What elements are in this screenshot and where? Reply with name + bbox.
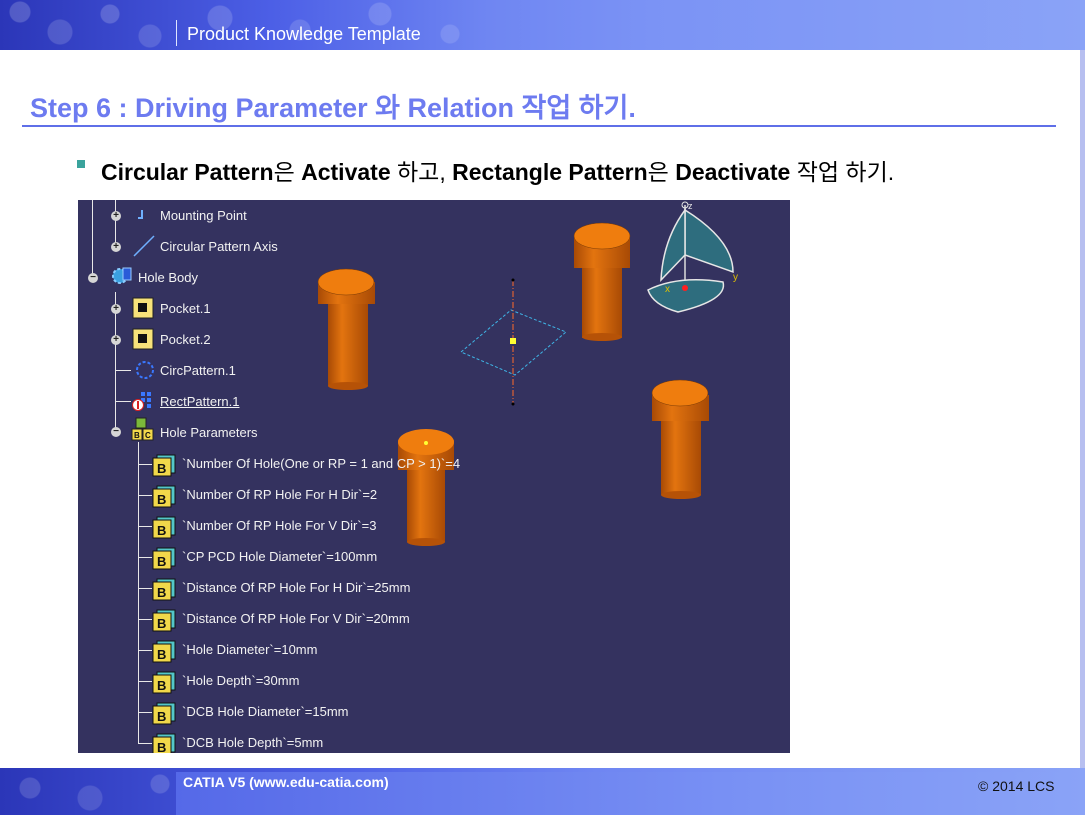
catia-screenshot: z y x + + − + + − BC Mounting Point Circ… <box>78 200 790 753</box>
axis-line-icon <box>133 235 155 257</box>
pocket-icon <box>132 328 154 350</box>
tree-line <box>138 526 152 527</box>
parameter-item[interactable]: `DCB Hole Depth`=5mm <box>182 735 323 750</box>
svg-text:B: B <box>157 678 166 693</box>
tree-line <box>138 712 152 713</box>
tree-item-rectpattern-1[interactable]: RectPattern.1 <box>160 394 240 409</box>
compass-x-label: x <box>665 284 670 295</box>
counterbore-hole-solid <box>651 379 709 499</box>
parameter-icon: B <box>152 733 176 753</box>
header-separator <box>176 20 177 46</box>
parameter-item[interactable]: `Number Of Hole(One or RP = 1 and CP > 1… <box>182 456 460 471</box>
slide-right-edge <box>1080 50 1085 768</box>
parameter-icon: B <box>152 516 176 539</box>
parameter-item[interactable]: `Hole Depth`=30mm <box>182 673 299 688</box>
parameter-icon: B <box>152 702 176 725</box>
tree-line <box>115 370 131 371</box>
tree-line <box>115 401 131 402</box>
tree-line <box>138 495 152 496</box>
footer-source: CATIA V5 (www.edu-catia.com) <box>183 774 389 790</box>
rect-pattern-deactivated-icon <box>132 392 151 411</box>
tree-item-circpattern-1[interactable]: CircPattern.1 <box>160 363 236 378</box>
svg-text:B: B <box>157 709 166 724</box>
compass-widget: z y x <box>647 201 738 313</box>
parameter-icon: B <box>152 547 176 570</box>
parameter-icon: B <box>152 640 176 663</box>
svg-text:B: B <box>157 585 166 600</box>
parameter-icon: B <box>152 485 176 508</box>
svg-text:B: B <box>157 616 166 631</box>
tree-line <box>138 743 152 744</box>
svg-text:B: B <box>157 647 166 662</box>
footer-copyright: © 2014 LCS <box>978 778 1055 794</box>
svg-text:B: B <box>157 461 166 476</box>
mounting-point-plane <box>460 278 567 406</box>
collapse-icon[interactable]: − <box>88 273 98 283</box>
svg-text:B: B <box>157 523 166 538</box>
parameter-icon: B <box>152 671 176 694</box>
slide-title: Step 6 : Driving Parameter 와 Relation 작업… <box>30 93 636 123</box>
pocket-icon <box>132 297 154 319</box>
tree-item-pocket-1[interactable]: Pocket.1 <box>160 301 211 316</box>
tree-line <box>138 619 152 620</box>
tree-item-pocket-2[interactable]: Pocket.2 <box>160 332 211 347</box>
parameter-item[interactable]: `Distance Of RP Hole For H Dir`=25mm <box>182 580 410 595</box>
tree-line <box>138 681 152 682</box>
tree-line <box>138 464 152 465</box>
bullet-part: 은 <box>273 159 302 185</box>
bullet-text: Circular Pattern은 Activate 하고, Rectangle… <box>101 153 894 187</box>
tree-item-hole-parameters[interactable]: Hole Parameters <box>160 425 258 440</box>
tree-item-mounting-point[interactable]: Mounting Point <box>160 208 247 223</box>
parameter-item[interactable]: `Hole Diameter`=10mm <box>182 642 317 657</box>
svg-text:C: C <box>145 431 151 440</box>
tree-line <box>138 557 152 558</box>
bullet-part: Deactivate <box>675 159 791 185</box>
counterbore-hole-solid <box>317 268 375 390</box>
parameter-item[interactable]: `DCB Hole Diameter`=15mm <box>182 704 349 719</box>
title-rule <box>22 125 1056 127</box>
svg-text:B: B <box>157 554 166 569</box>
tree-line <box>92 200 93 278</box>
counterbore-hole-solid <box>398 429 454 546</box>
parameter-icon: B <box>152 454 176 477</box>
compass-z-label: z <box>688 201 693 211</box>
tree-line <box>138 588 152 589</box>
tree-line <box>115 200 116 245</box>
circular-pattern-icon <box>136 361 154 379</box>
svg-text:B: B <box>134 431 140 440</box>
tree-item-hole-body[interactable]: Hole Body <box>138 270 198 285</box>
bullet-part: 하고, <box>390 159 453 185</box>
parameter-item[interactable]: `Number Of RP Hole For V Dir`=3 <box>182 518 376 533</box>
bullet-part: Activate <box>301 159 391 185</box>
svg-text:B: B <box>157 740 166 753</box>
expand-icon[interactable]: + <box>111 242 121 252</box>
expand-icon[interactable]: + <box>111 335 121 345</box>
bullet-part: Rectangle Pattern <box>452 159 648 185</box>
body-gear-icon <box>112 267 132 284</box>
tree-item-circular-pattern-axis[interactable]: Circular Pattern Axis <box>160 239 278 254</box>
header-title: Product Knowledge Template <box>187 24 421 44</box>
tree-line <box>138 650 152 651</box>
bullet-part: 작업 하기. <box>790 159 895 185</box>
point-icon <box>138 210 143 219</box>
compass-y-label: y <box>733 272 738 283</box>
parameter-item[interactable]: `Distance Of RP Hole For V Dir`=20mm <box>182 611 410 626</box>
bullet-square-icon <box>77 160 85 168</box>
parameter-icon: B <box>152 609 176 632</box>
bullet-part: 은 <box>647 159 676 185</box>
parameter-icon: B <box>152 578 176 601</box>
expand-icon[interactable]: + <box>111 304 121 314</box>
tree-line <box>138 442 139 743</box>
bullet-part: Circular Pattern <box>101 159 274 185</box>
header-band <box>0 0 1085 50</box>
svg-text:B: B <box>157 492 166 507</box>
parameters-set-icon: BC <box>131 417 154 441</box>
parameter-item[interactable]: `CP PCD Hole Diameter`=100mm <box>182 549 377 564</box>
expand-icon[interactable]: + <box>111 211 121 221</box>
collapse-icon[interactable]: − <box>111 427 121 437</box>
counterbore-hole-solid <box>573 222 631 341</box>
parameter-item[interactable]: `Number Of RP Hole For H Dir`=2 <box>182 487 377 502</box>
